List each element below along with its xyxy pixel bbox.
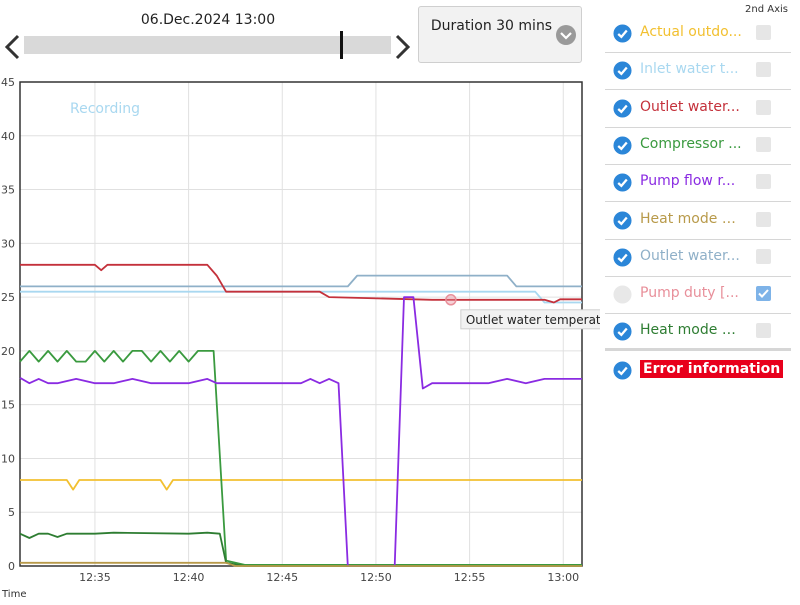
second-axis-checkbox[interactable] (756, 25, 771, 40)
y-tick-label: 40 (1, 130, 15, 143)
legend-item-label: Outlet water... (640, 98, 740, 115)
y-tick-label: 30 (1, 237, 15, 250)
legend-item-label: Outlet water... (640, 247, 740, 264)
x-tick-label: 12:40 (173, 571, 205, 584)
time-slider[interactable] (24, 31, 391, 59)
checkmark-circle-icon[interactable] (613, 24, 632, 43)
next-time-button[interactable] (392, 32, 414, 62)
recording-annotation: Recording (70, 101, 140, 117)
duration-select[interactable]: Duration 30 mins (418, 6, 582, 63)
legend-item-label: Pump duty [... (640, 285, 739, 302)
checkmark-circle-icon[interactable] (613, 136, 632, 155)
checkmark-circle-icon[interactable] (613, 322, 632, 341)
previous-time-button[interactable] (1, 32, 23, 62)
legend-item[interactable]: Pump duty [... (605, 277, 791, 315)
second-axis-checkbox[interactable] (756, 211, 771, 227)
second-axis-checkbox[interactable] (756, 323, 771, 339)
y-tick-label: 20 (1, 345, 15, 358)
series-line-0 (20, 479, 582, 491)
checkmark-circle-icon[interactable] (613, 173, 632, 192)
y-tick-label: 10 (1, 452, 15, 465)
checkmark-circle-icon[interactable] (613, 61, 632, 80)
x-tick-label: 12:50 (360, 571, 392, 584)
tooltip-marker (445, 294, 457, 306)
x-tick-label: 12:45 (266, 571, 298, 584)
second-axis-label: 2nd Axis (745, 4, 788, 15)
legend-item[interactable]: Outlet water... (605, 240, 791, 277)
unchecked-circle-icon[interactable] (613, 285, 632, 304)
x-axis-label: Time (1, 589, 26, 600)
legend-item[interactable]: Outlet water... (605, 91, 791, 128)
legend-item-label: Actual outdo... (640, 24, 742, 40)
y-tick-label: 35 (1, 184, 15, 197)
legend-item-label: Inlet water t... (640, 61, 739, 78)
chevron-down-icon (556, 25, 576, 45)
x-tick-label: 12:35 (79, 571, 111, 584)
checkmark-circle-icon[interactable] (613, 210, 632, 230)
x-tick-label: 12:55 (454, 571, 486, 584)
legend-item[interactable]: Heat mode e... (605, 203, 791, 240)
y-tick-label: 0 (8, 560, 15, 573)
legend-item-label: Pump flow r... (640, 173, 736, 190)
series-line-2 (20, 274, 582, 288)
second-axis-checkbox[interactable] (756, 99, 771, 115)
legend-item-label: Heat mode e... (640, 322, 742, 339)
date-time-label: 06.Dec.2024 13:00 (140, 12, 276, 28)
y-tick-label: 5 (8, 506, 15, 519)
error-information-item[interactable]: Error information (605, 355, 791, 387)
second-axis-checkbox[interactable] (756, 286, 771, 302)
y-tick-label: 45 (1, 76, 15, 89)
checkmark-circle-icon[interactable] (613, 361, 632, 380)
checkmark-circle-icon[interactable] (613, 99, 632, 118)
second-axis-checkbox[interactable] (756, 136, 771, 152)
line-chart: 0 5 10 15 20 25 30 35 40 45 12:35 12:40 12:45 12:50 12… (1, 76, 600, 600)
second-axis-checkbox[interactable] (756, 248, 771, 264)
time-slider-thumb[interactable] (339, 31, 343, 59)
checkmark-icon (758, 289, 769, 299)
legend-item[interactable]: Compressor ... (605, 128, 791, 165)
series-line-6 (19, 296, 582, 567)
legend-item[interactable]: Pump flow r... (605, 165, 791, 203)
series-line-5 (19, 531, 582, 567)
x-tick-label: 13:00 (547, 571, 579, 584)
second-axis-checkbox[interactable] (756, 62, 771, 78)
tooltip-text: Outlet water temperature [°C] : 24.75 (466, 313, 600, 327)
legend-item[interactable]: Heat mode e... (605, 314, 791, 352)
legend-item[interactable]: Inlet water t... (605, 53, 791, 91)
legend-item-label: Heat mode e... (640, 210, 742, 227)
checkmark-circle-icon[interactable] (613, 248, 632, 267)
chevron-left-icon (4, 34, 20, 60)
legend-item-label: Compressor ... (640, 135, 742, 152)
duration-label: Duration 30 mins (430, 18, 553, 34)
chevron-right-icon (395, 34, 411, 60)
legend-item[interactable]: Actual outdo... (605, 16, 791, 53)
y-tick-label: 15 (1, 399, 15, 412)
y-tick-label: 25 (1, 291, 15, 304)
second-axis-checkbox[interactable] (756, 174, 771, 190)
error-information-label: Error information (640, 359, 784, 378)
